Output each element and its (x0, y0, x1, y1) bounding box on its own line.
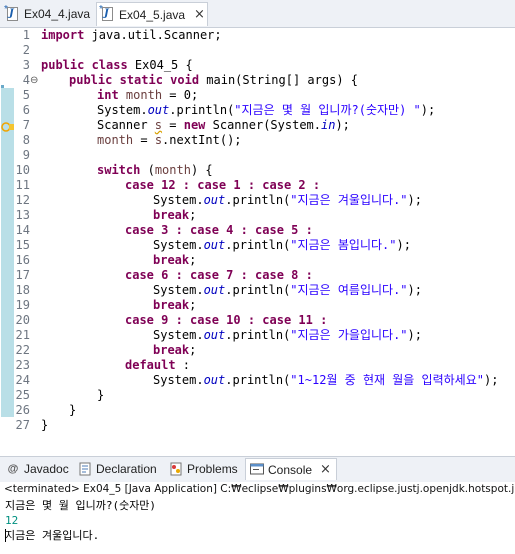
tab-label: Ex04_5.java (119, 7, 186, 22)
console-header: <terminated> Ex04_5 [Java Application] C… (4, 483, 515, 495)
code-line: System.out.println("지금은 몇 월 입니까?(숫자만) ")… (97, 103, 436, 117)
line-number: 2 (22, 43, 30, 57)
code-line: System.out.println("지금은 여름입니다."); (153, 283, 422, 297)
change-ruler (0, 27, 15, 427)
code-line: case 6 : case 7 : case 8 : (125, 268, 313, 282)
line-number: 9 (22, 148, 30, 162)
close-view-icon[interactable]: × (320, 462, 331, 477)
code-line: break; (153, 208, 197, 222)
ruler-mark (1, 88, 14, 417)
code-line: default : (125, 358, 191, 372)
line-number: 23 (15, 358, 30, 372)
line-number: 5 (22, 88, 30, 102)
code-line: case 12 : case 1 : case 2 : (125, 178, 321, 192)
line-number: 14 (15, 223, 30, 237)
code-line: Scanner s = new Scanner(System.in); (97, 118, 350, 132)
code-line: import java.util.Scanner; (41, 28, 222, 42)
code-line: public class Ex04_5 { (41, 58, 193, 72)
line-number: 4 (22, 73, 30, 87)
code-line: public static void main(String[] args) { (69, 73, 358, 87)
code-line: } (97, 388, 105, 402)
problems-icon (169, 462, 183, 476)
console-line: 지금은 겨울입니다. (5, 529, 100, 542)
line-number: 19 (15, 298, 30, 312)
line-number: 1 (22, 28, 30, 42)
code-line: month = s.nextInt(); (97, 133, 242, 147)
editor-tab-bar: J * Ex04_4.java J * Ex04_5.java × (0, 0, 515, 28)
tab-javadoc[interactable]: @ Javadoc (6, 458, 69, 480)
line-number: 15 (15, 238, 30, 252)
tab-ex04-4[interactable]: J * Ex04_4.java (2, 2, 94, 26)
tab-label: Console (268, 462, 313, 477)
java-file-icon: J * (99, 5, 115, 22)
code-line: System.out.println("지금은 봄입니다."); (153, 238, 411, 252)
line-number: 26 (15, 403, 30, 417)
view-tab-bar: @ Javadoc Declaration Problems Console × (0, 456, 515, 483)
text-cursor (5, 529, 6, 542)
console-input-line: 12 (5, 514, 19, 527)
code-line: case 3 : case 4 : case 5 : (125, 223, 313, 237)
line-number: 8 (22, 133, 30, 147)
code-line: break; (153, 298, 197, 312)
warning-icon[interactable] (1, 119, 15, 132)
console-icon (250, 463, 264, 477)
fold-collapse-icon[interactable]: ⊖ (30, 73, 38, 88)
code-line: System.out.println("지금은 겨울입니다."); (153, 193, 422, 207)
line-number: 11 (15, 178, 30, 192)
tab-ex04-5[interactable]: J * Ex04_5.java × (96, 2, 208, 26)
console-line: 지금은 몇 월 입니까?(숫자만) (5, 499, 157, 512)
line-number: 12 (15, 193, 30, 207)
tab-label: Problems (187, 462, 238, 476)
line-number: 22 (15, 343, 30, 357)
declaration-icon (78, 462, 92, 476)
console-output[interactable]: <terminated> Ex04_5 [Java Application] C… (0, 482, 515, 554)
line-number: 21 (15, 328, 30, 342)
close-tab-icon[interactable]: × (194, 7, 205, 22)
line-number: 6 (22, 103, 30, 117)
code-line: break; (153, 343, 197, 357)
line-number: 20 (15, 313, 30, 327)
java-file-icon: J * (4, 4, 20, 22)
tab-console[interactable]: Console × (245, 458, 337, 480)
code-line: case 9 : case 10 : case 11 : (125, 313, 328, 327)
line-number: 3 (22, 58, 30, 72)
tab-problems[interactable]: Problems (169, 458, 238, 480)
line-number: 16 (15, 253, 30, 267)
code-line: int month = 0; (97, 88, 199, 102)
code-line: System.out.println("지금은 가을입니다."); (153, 328, 422, 342)
line-number: 10 (15, 163, 30, 177)
line-number: 24 (15, 373, 30, 387)
code-line: break; (153, 253, 197, 267)
line-number: 27 (15, 418, 30, 432)
code-line: switch (month) { (97, 163, 213, 177)
tab-label: Declaration (96, 462, 157, 476)
tab-declaration[interactable]: Declaration (78, 458, 157, 480)
code-line: System.out.println("1~12월 중 현재 월을 입력하세요"… (153, 373, 499, 387)
code-line: } (69, 403, 77, 417)
line-number: 18 (15, 283, 30, 297)
line-number: 7 (22, 118, 30, 132)
code-line: } (41, 418, 49, 432)
javadoc-icon: @ (7, 463, 19, 475)
line-number: 25 (15, 388, 30, 402)
line-number: 13 (15, 208, 30, 222)
tab-label: Ex04_4.java (24, 7, 91, 21)
line-number: 17 (15, 268, 30, 282)
tab-label: Javadoc (24, 462, 69, 476)
